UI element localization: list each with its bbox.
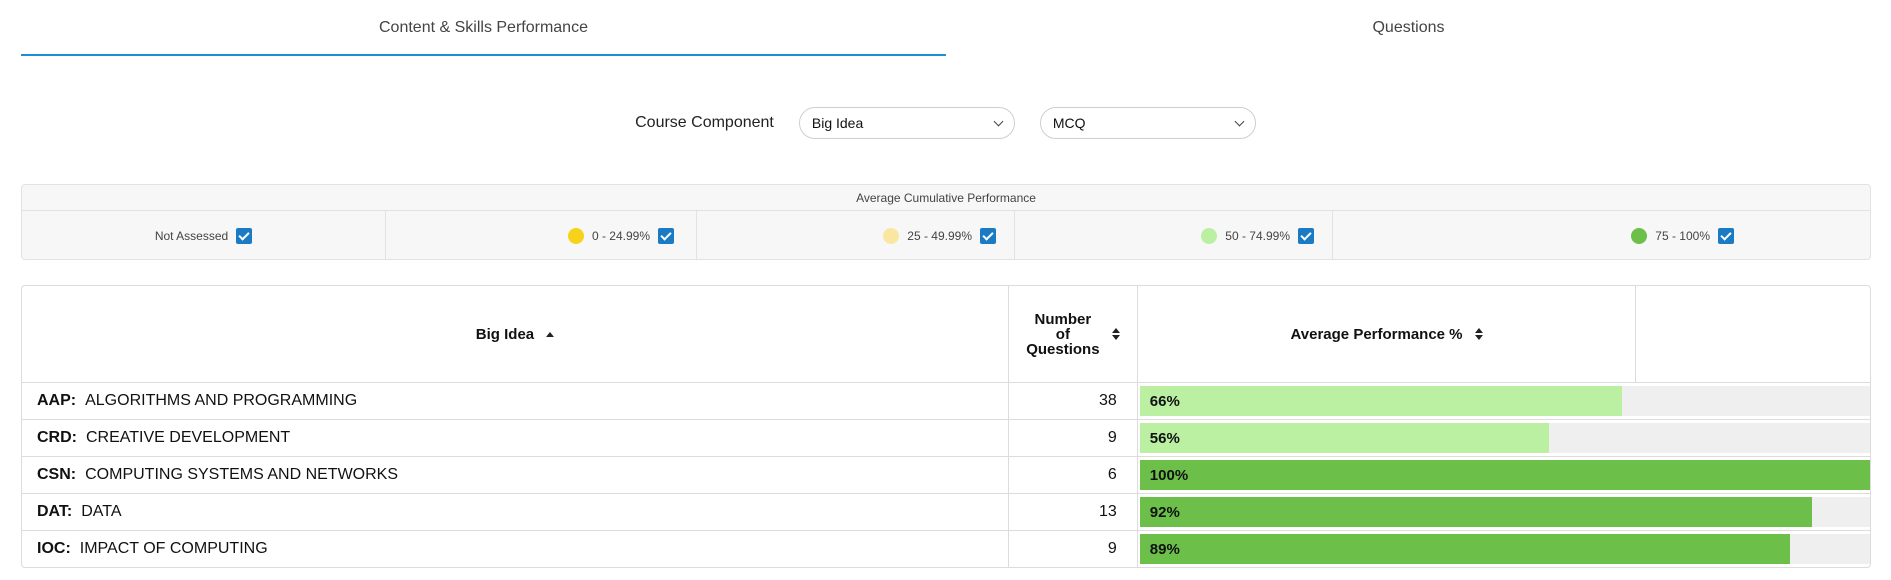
big-idea-code: IOC: [37, 540, 71, 557]
legend-item-50-74: 50 - 74.99% [1015, 211, 1333, 260]
question-count-cell: 9 [1009, 420, 1138, 456]
select-value: Big Idea [811, 115, 864, 131]
checkbox-checked-icon[interactable] [658, 227, 674, 244]
header-label: Average Performance % [1290, 325, 1463, 343]
big-idea-cell: IOC: IMPACT OF COMPUTING [22, 531, 1009, 567]
performance-bar-track: 92% [1139, 497, 1870, 527]
yellow-dot-icon [567, 227, 584, 244]
sort-icon [1474, 328, 1483, 340]
legend-item-not-assessed: Not Assessed [22, 211, 386, 260]
table-row[interactable]: CRD: CREATIVE DEVELOPMENT 9 56% [22, 420, 1870, 457]
tab-content-skills-performance[interactable]: Content & Skills Performance [21, 0, 946, 56]
filter-row: Course Component Big Idea MCQ [0, 107, 1891, 139]
big-idea-cell: CRD: CREATIVE DEVELOPMENT [22, 420, 1009, 456]
performance-bar-track: 56% [1139, 423, 1870, 453]
legend-items: Not Assessed 0 - 24.99% 25 - 49.99% 50 -… [22, 211, 1870, 260]
performance-bar-cell: 100% [1138, 457, 1870, 493]
header-label: Number of Questions [1026, 312, 1099, 357]
performance-bar-cell: 66% [1138, 383, 1870, 419]
legend-label: 75 - 100% [1655, 228, 1710, 243]
big-idea-name: CREATIVE DEVELOPMENT [86, 429, 291, 446]
course-component-select[interactable]: Big Idea [798, 107, 1015, 139]
performance-percent: 92% [1149, 503, 1180, 521]
header-label: Big Idea [475, 325, 535, 343]
performance-bar-cell: 92% [1138, 494, 1870, 530]
chevron-down-icon [993, 116, 1004, 126]
big-idea-name: ALGORITHMS AND PROGRAMMING [85, 392, 358, 409]
question-count-cell: 38 [1009, 383, 1138, 419]
legend-item-75-100: 75 - 100% [1333, 211, 1870, 260]
big-idea-cell: DAT: DATA [22, 494, 1009, 530]
header-line: Questions [1026, 340, 1100, 358]
performance-bar-fill [1139, 460, 1870, 490]
performance-bar-fill [1139, 386, 1622, 416]
performance-percent: 100% [1149, 466, 1189, 484]
table-row[interactable]: AAP: ALGORITHMS AND PROGRAMMING 38 66% [22, 383, 1870, 420]
legend-label: 0 - 24.99% [591, 228, 650, 243]
sort-ascending-icon [546, 331, 555, 337]
table-row[interactable]: CSN: COMPUTING SYSTEMS AND NETWORKS 6 10… [22, 457, 1870, 494]
performance-percent: 56% [1149, 429, 1180, 447]
big-idea-name: DATA [81, 503, 122, 520]
header-line: of [1055, 325, 1070, 343]
question-type-select[interactable]: MCQ [1039, 107, 1256, 139]
tab-label: Content & Skills Performance [379, 19, 588, 36]
performance-bar-cell: 56% [1138, 420, 1870, 456]
performance-percent: 66% [1149, 392, 1180, 410]
big-idea-name: COMPUTING SYSTEMS AND NETWORKS [85, 466, 399, 483]
select-value: MCQ [1052, 115, 1086, 131]
table-body: AAP: ALGORITHMS AND PROGRAMMING 38 66% C… [22, 383, 1870, 567]
big-idea-cell: AAP: ALGORITHMS AND PROGRAMMING [22, 383, 1009, 419]
light-green-dot-icon [1201, 227, 1218, 244]
table-row[interactable]: DAT: DATA 13 92% [22, 494, 1870, 531]
sort-icon [1111, 328, 1120, 340]
table-header: Big Idea Number of Questions Average Per… [22, 286, 1870, 383]
table-row[interactable]: IOC: IMPACT OF COMPUTING 9 89% [22, 531, 1870, 567]
performance-percent: 89% [1149, 540, 1180, 558]
big-idea-code: DAT: [37, 503, 73, 520]
performance-bar-cell: 89% [1138, 531, 1870, 567]
performance-bar-track: 89% [1139, 534, 1870, 564]
column-header-empty [1636, 286, 1870, 382]
legend-label: 50 - 74.99% [1225, 228, 1290, 243]
performance-bar-fill [1139, 497, 1812, 527]
tab-label: Questions [1372, 19, 1445, 36]
legend-item-0-24: 0 - 24.99% [386, 211, 697, 260]
big-idea-code: CRD: [37, 429, 77, 446]
column-header-number-of-questions[interactable]: Number of Questions [1009, 286, 1138, 382]
legend-title: Average Cumulative Performance [22, 185, 1870, 211]
performance-bar-fill [1139, 423, 1549, 453]
legend-label: Not Assessed [154, 228, 229, 243]
performance-bar-track: 100% [1139, 460, 1870, 490]
legend-item-25-49: 25 - 49.99% [697, 211, 1015, 260]
big-idea-cell: CSN: COMPUTING SYSTEMS AND NETWORKS [22, 457, 1009, 493]
big-idea-code: CSN: [37, 466, 77, 483]
column-header-big-idea[interactable]: Big Idea [22, 286, 1009, 382]
performance-bar-track: 66% [1139, 386, 1870, 416]
big-idea-code: AAP: [37, 392, 77, 409]
column-header-average-performance[interactable]: Average Performance % [1138, 286, 1637, 382]
light-yellow-dot-icon [883, 227, 900, 244]
performance-legend: Average Cumulative Performance Not Asses… [21, 184, 1871, 260]
question-count-cell: 9 [1009, 531, 1138, 567]
course-component-label: Course Component [635, 114, 774, 131]
header-line: Number [1034, 310, 1092, 328]
checkbox-checked-icon[interactable] [1718, 227, 1734, 244]
checkbox-checked-icon[interactable] [980, 227, 996, 244]
chevron-down-icon [1234, 116, 1245, 126]
tab-questions[interactable]: Questions [946, 0, 1871, 56]
big-idea-name: IMPACT OF COMPUTING [79, 540, 268, 557]
checkbox-checked-icon[interactable] [236, 227, 253, 244]
question-count-cell: 6 [1009, 457, 1138, 493]
performance-bar-fill [1139, 534, 1790, 564]
checkbox-checked-icon[interactable] [1298, 227, 1314, 244]
question-count-cell: 13 [1009, 494, 1138, 530]
green-dot-icon [1631, 227, 1648, 244]
big-idea-performance-table: Big Idea Number of Questions Average Per… [21, 285, 1871, 568]
legend-label: 25 - 49.99% [907, 228, 972, 243]
tab-bar: Content & Skills Performance Questions [21, 0, 1871, 56]
